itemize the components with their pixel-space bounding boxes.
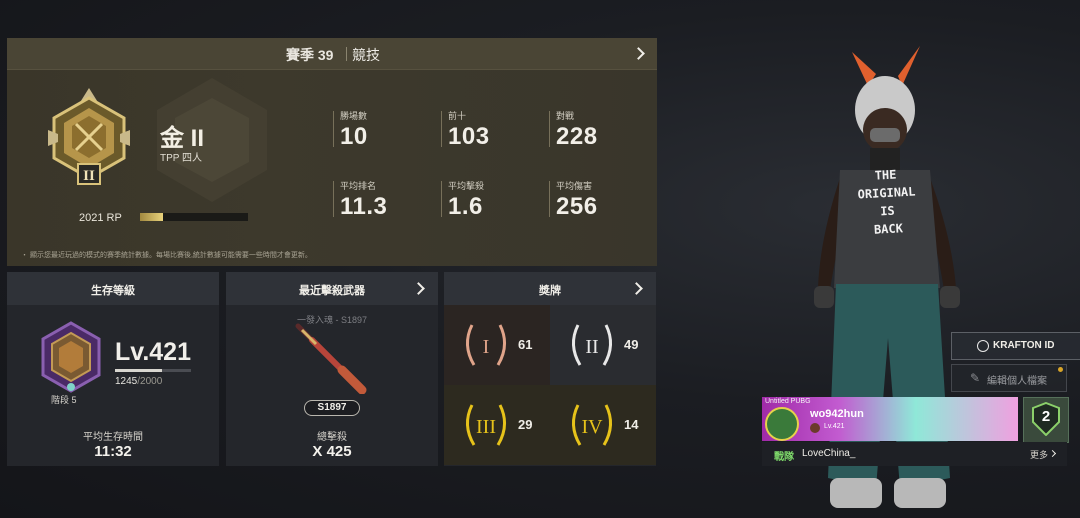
stat-label: 平均排名: [340, 181, 377, 191]
stat-value: 103: [448, 123, 490, 150]
player-sub: Lv.421: [824, 423, 845, 430]
clan-label: 戰隊: [774, 452, 794, 463]
stat-value: 256: [556, 193, 598, 220]
stat-value: 10: [340, 123, 368, 150]
medal-2: II 49: [550, 305, 656, 385]
clan-more-label[interactable]: 更多: [1030, 448, 1048, 461]
weapon-card[interactable]: 最近擊殺武器 一發入魂 - S1897 S1897 總擊殺 X 425: [226, 272, 438, 466]
clan-level-badge[interactable]: 2: [1023, 397, 1069, 443]
medal-count: 14: [624, 417, 639, 432]
survival-card: 生存等級 Lv.421 1245/2000 階段 5 平均生存時間 11:32: [7, 272, 219, 466]
medal-numeral: II: [585, 336, 598, 358]
season-divider: [346, 47, 347, 61]
clan-bar[interactable]: 戰隊 LoveChina_ 更多: [762, 442, 1067, 466]
weapon-title: 最近擊殺武器: [299, 285, 365, 297]
stat-value: 228: [556, 123, 598, 150]
medal-3: III 29: [444, 385, 550, 465]
medal-numeral: III: [476, 416, 496, 438]
pencil-icon: ✎: [970, 371, 981, 385]
notification-dot: [1058, 367, 1063, 372]
svg-text:II: II: [83, 168, 95, 184]
stat-label: 對戰: [556, 111, 575, 121]
medal-2-icon: II: [572, 324, 612, 366]
medal-header[interactable]: 獎牌: [444, 272, 656, 305]
nameplate-top: Untitled PUBG: [765, 398, 811, 405]
season-label: 賽季 39: [286, 47, 334, 63]
medal-1: I 61: [444, 305, 550, 385]
medal-title: 獎牌: [539, 285, 561, 297]
medal-4: IV 14: [550, 385, 656, 465]
weapon-kills: X 425: [312, 443, 352, 460]
medal-count: 49: [624, 337, 639, 352]
stat-value: 11.3: [340, 193, 388, 220]
krafton-id-label: KRAFTON ID: [993, 340, 1055, 351]
player-name: wo942hun: [810, 408, 864, 420]
stat-label: 平均擊殺: [448, 181, 485, 191]
stat-wins: 勝場數 10: [333, 111, 368, 150]
xp-value: 1245: [115, 376, 138, 387]
weapon-kills-label: 總擊殺: [317, 432, 347, 443]
weapon-header[interactable]: 最近擊殺武器: [226, 272, 438, 305]
player-avatar: [765, 407, 799, 441]
chevron-right-icon[interactable]: [632, 47, 645, 60]
xp-progress-bar: [115, 369, 191, 372]
survival-level-icon: [41, 321, 101, 393]
season-panel: 賽季 39 競技 II 金 II TPP 四人 2021 RP 勝場數 10 前…: [7, 38, 657, 266]
edit-profile-button[interactable]: ✎ 編輯個人檔案: [951, 364, 1067, 392]
medal-numeral: IV: [581, 416, 603, 438]
check-circle-icon: [977, 340, 989, 352]
season-note: ・ 顯示您最近玩過的模式的賽季統計數據。每場比賽後,統計數據可能需要一些時間才會…: [21, 252, 312, 259]
xp-max: /2000: [137, 376, 163, 387]
clan-number: 2: [1041, 408, 1051, 425]
level-badge-icon: [810, 423, 820, 433]
medal-count: 29: [518, 417, 533, 432]
stat-value: 1.6: [448, 193, 483, 220]
stat-avg-rank: 平均排名 11.3: [333, 181, 388, 220]
krafton-id-button[interactable]: KRAFTON ID: [951, 332, 1080, 360]
avg-survival-time: 11:32: [94, 443, 132, 460]
survival-header: 生存等級: [7, 272, 219, 305]
xp-text: 1245/2000: [115, 376, 162, 387]
edit-profile-label: 編輯個人檔案: [987, 376, 1047, 387]
avg-survival-label: 平均生存時間: [83, 432, 143, 443]
stat-label: 前十: [448, 111, 467, 121]
medal-3-icon: III: [466, 404, 506, 446]
medal-4-icon: IV: [572, 404, 612, 446]
stat-matches: 對戰 228: [549, 111, 598, 150]
medal-1-icon: I: [466, 324, 506, 366]
clan-name: LoveChina_: [802, 448, 856, 459]
gold-rank-icon: II: [48, 88, 130, 185]
mode-label: 競技: [352, 47, 380, 63]
medal-card[interactable]: 獎牌 I 61 II 49 III 29 IV 14: [444, 272, 656, 466]
survival-tier: 階段 5: [51, 395, 77, 405]
weapon-name-tag: S1897: [304, 400, 360, 416]
rank-mode: TPP 四人: [160, 153, 203, 164]
season-header[interactable]: 賽季 39 競技: [7, 38, 657, 70]
stat-label: 平均傷害: [556, 181, 593, 191]
shotgun-icon: [295, 323, 367, 394]
xp-progress-fill: [115, 369, 163, 372]
survival-title: 生存等級: [91, 285, 135, 297]
stat-avg-damage: 平均傷害 256: [549, 181, 598, 220]
rp-value: 2021 RP: [79, 212, 122, 224]
rank-name: 金 II: [160, 125, 205, 152]
medal-count: 61: [518, 337, 533, 352]
stat-avg-kills: 平均擊殺 1.6: [441, 181, 485, 220]
rp-progress-fill: [140, 213, 163, 221]
survival-level: Lv.421: [115, 338, 191, 366]
player-nameplate[interactable]: Untitled PUBG wo942hun Lv.421: [762, 397, 1018, 441]
medal-numeral: I: [483, 336, 490, 358]
rp-progress-bar: [140, 213, 248, 221]
stat-label: 勝場數: [340, 111, 368, 121]
stat-top10: 前十 103: [441, 111, 490, 150]
chevron-right-icon[interactable]: [1048, 449, 1057, 458]
shirt-print: THE ORIGINAL IS BACK: [840, 164, 934, 241]
